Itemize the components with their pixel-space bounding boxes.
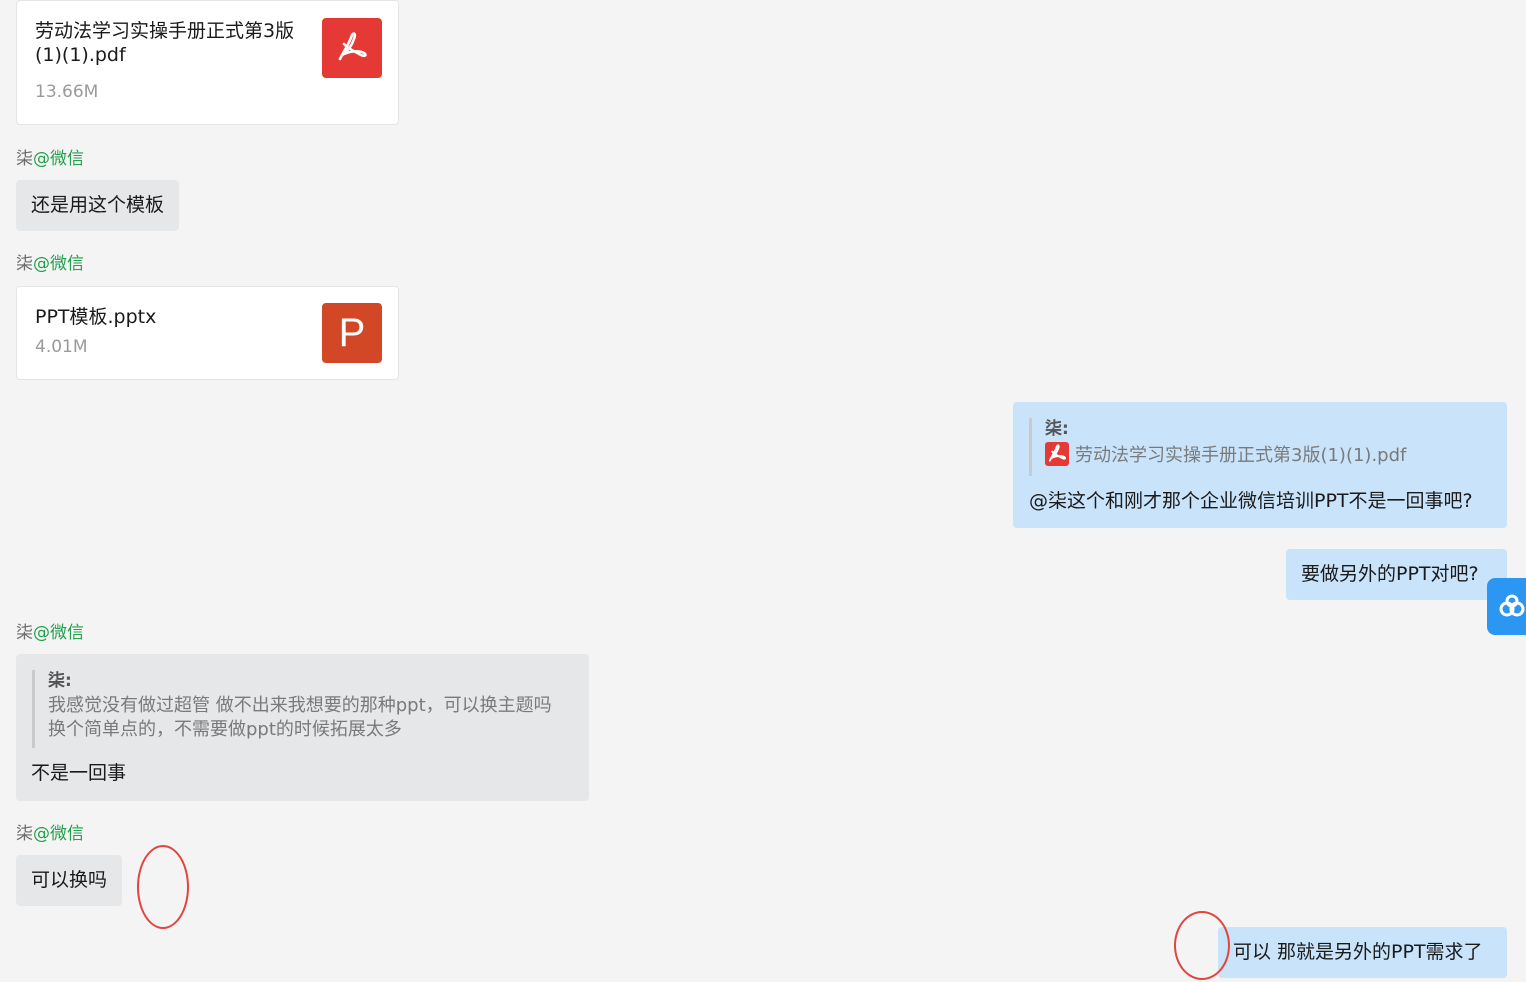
quoted-message[interactable]: 柒: 劳动法学习实操手册正式第3版(1)(1).pdf [1029,418,1406,476]
quote-text-line: 换个简单点的，不需要做ppt的时候拓展太多 [48,719,402,740]
sender-name: 柒 [16,824,33,844]
link-cloud-icon [1499,594,1525,616]
message-bubble-incoming: 可以换吗 [16,855,123,906]
sender-label: 柒@微信 [16,824,84,844]
sender-name: 柒 [16,623,33,643]
message-text: 不是一回事 [31,762,127,784]
quote-file: 劳动法学习实操手册正式第3版(1)(1).pdf [1045,442,1407,468]
message-bubble-outgoing-reply: 柒: 劳动法学习实操手册正式第3版(1)(1).pdf @柒这个和刚才那个企业微… [1013,402,1507,528]
ppt-icon-letter: P [338,311,366,355]
floating-assistant-button[interactable] [1487,578,1526,635]
quote-author: 柒: [1045,419,1069,439]
file-card-ppt[interactable]: PPT模板.pptx 4.01M P [16,286,399,380]
file-size: 4.01M [35,337,88,357]
file-size: 13.66M [35,82,99,102]
file-card-pdf[interactable]: 劳动法学习实操手册正式第3版(1)(1).pdf 13.66M [16,0,399,125]
sender-label: 柒@微信 [16,623,84,643]
file-name: 劳动法学习实操手册正式第3版(1)(1).pdf [35,20,295,66]
sender-name: 柒 [16,149,33,169]
quote-text-line: 我感觉没有做过超管 做不出来我想要的那种ppt，可以换主题吗 [48,695,552,716]
file-name: PPT模板.pptx [35,306,157,328]
wechat-tag: @微信 [33,623,84,643]
quote-file-name: 劳动法学习实操手册正式第3版(1)(1).pdf [1075,445,1407,466]
ppt-icon: P [322,303,382,363]
message-bubble-outgoing: 要做另外的PPT对吧? [1286,549,1507,600]
message-bubble-outgoing: 可以 那就是另外的PPT需求了 [1218,927,1507,978]
annotation-circle [1174,911,1230,980]
message-bubble-incoming: 还是用这个模板 [16,180,180,231]
annotation-circle [137,845,189,929]
sender-label: 柒@微信 [16,149,84,169]
pdf-icon [322,18,382,78]
pdf-icon [1045,442,1069,466]
message-bubble-incoming-reply: 柒: 我感觉没有做过超管 做不出来我想要的那种ppt，可以换主题吗 换个简单点的… [16,654,589,801]
wechat-tag: @微信 [33,254,84,274]
sender-label: 柒@微信 [16,254,84,274]
message-text: @柒这个和刚才那个企业微信培训PPT不是一回事吧? [1029,490,1473,512]
wechat-tag: @微信 [33,824,84,844]
wechat-tag: @微信 [33,149,84,169]
sender-name: 柒 [16,254,33,274]
quoted-message[interactable]: 柒: 我感觉没有做过超管 做不出来我想要的那种ppt，可以换主题吗 换个简单点的… [32,670,552,748]
quote-author: 柒: [48,671,72,691]
